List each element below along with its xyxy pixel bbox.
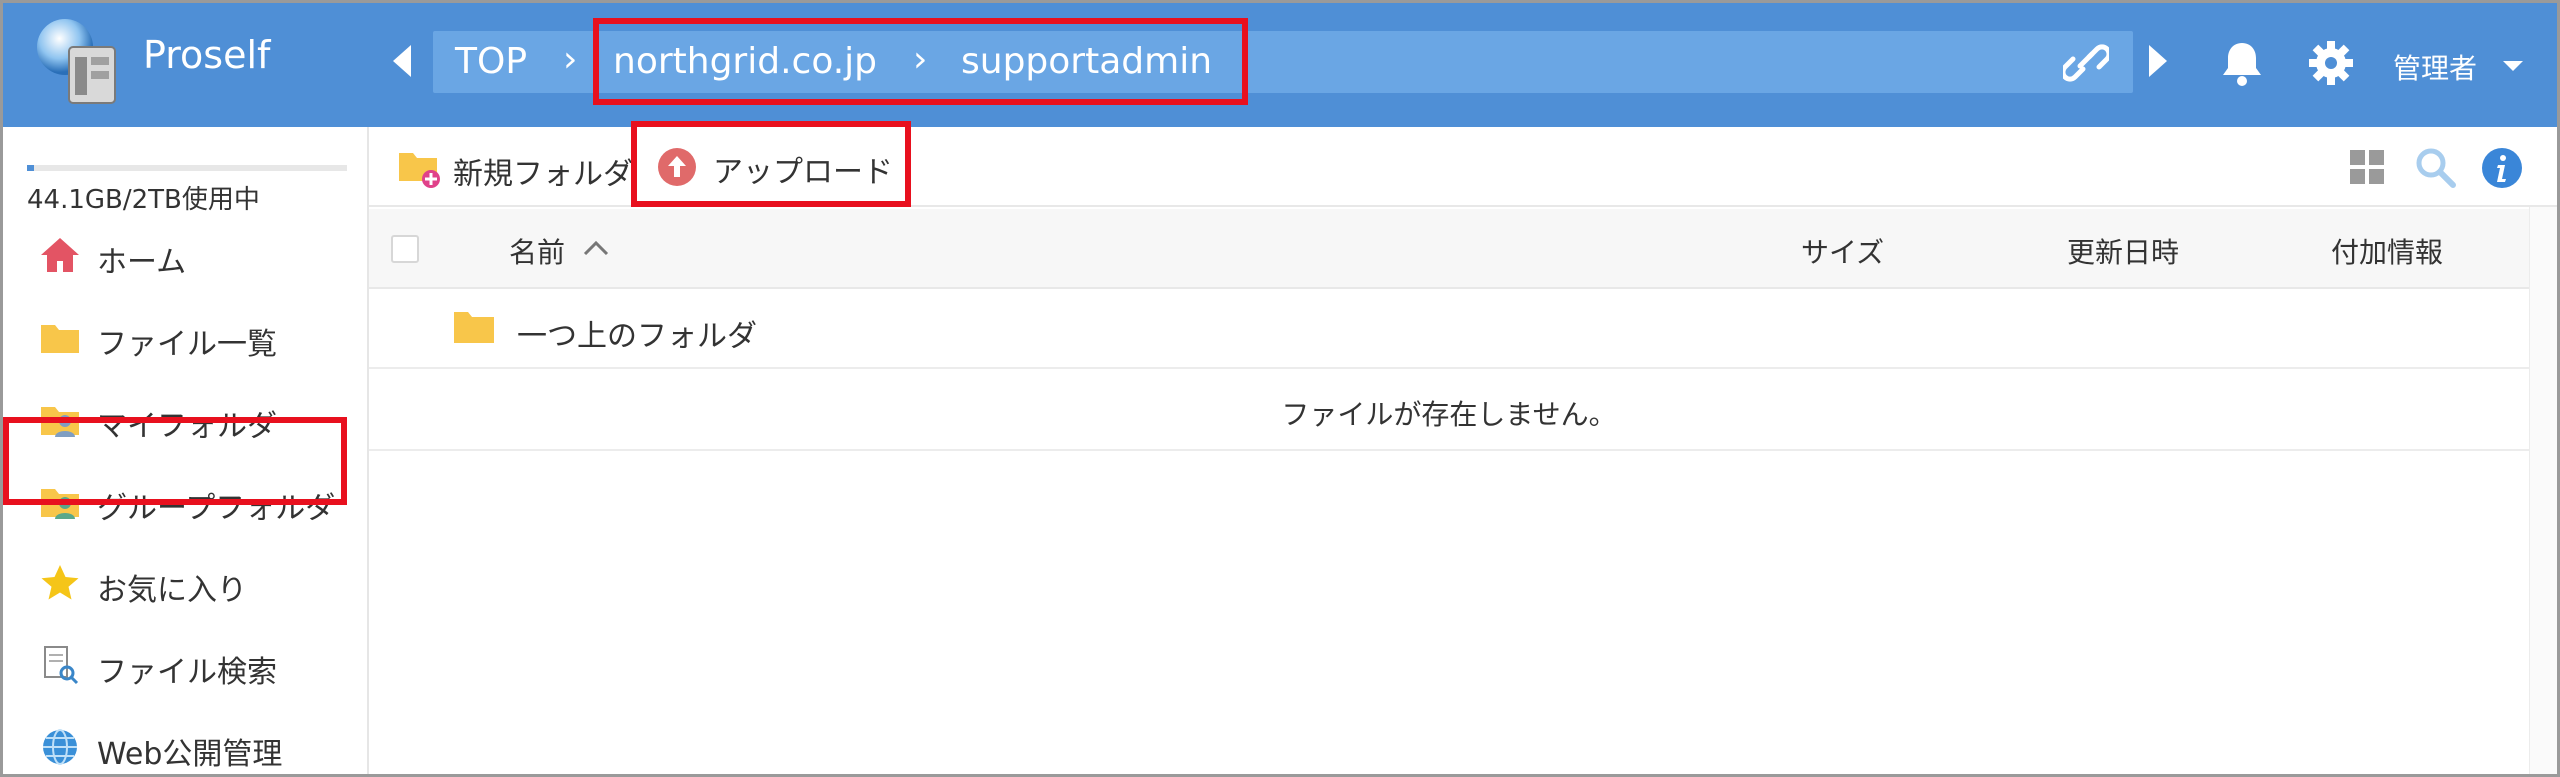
column-extra-info[interactable]: 付加情報	[2331, 231, 2443, 271]
info-icon[interactable]	[2481, 147, 2523, 189]
parent-folder-label: 一つ上のフォルダ	[517, 319, 757, 354]
breadcrumb-top[interactable]: TOP	[455, 41, 527, 82]
app-window: Proself TOP › northgrid.co.jp › supporta…	[0, 0, 2560, 777]
search-icon[interactable]	[2413, 145, 2457, 189]
sort-ascending-icon[interactable]	[583, 239, 609, 257]
file-search-icon	[44, 646, 79, 685]
home-icon	[41, 238, 79, 272]
proself-logo-icon[interactable]	[35, 17, 127, 109]
sidebar-item-home[interactable]: ホーム	[3, 215, 369, 295]
column-name[interactable]: 名前	[509, 231, 565, 271]
sidebar-item-label: Web公開管理	[97, 737, 283, 772]
sidebar-item-label: お気に入り	[97, 573, 247, 608]
sidebar-highlight-box	[3, 417, 347, 505]
app-title: Proself	[143, 33, 271, 77]
globe-icon	[43, 729, 77, 765]
sidebar-item-files[interactable]: ファイル一覧	[3, 297, 369, 377]
toolbar: 新規フォルダ アップロード	[369, 121, 2557, 207]
table-row-empty: ファイルが存在しません。	[369, 371, 2529, 451]
table-header: 名前 サイズ 更新日時 付加情報	[369, 209, 2529, 289]
table-row-parent-folder[interactable]: 一つ上のフォルダ	[369, 289, 2529, 369]
scrollbar[interactable]	[2529, 207, 2557, 774]
grid-view-icon[interactable]	[2349, 149, 2385, 185]
sidebar-item-label: ファイル検索	[97, 655, 277, 690]
main-content: 新規フォルダ アップロード 名前 サイズ 更新日時 付加情報 一つ上のフォルダ …	[369, 121, 2557, 774]
breadcrumb-back-icon[interactable]	[393, 45, 411, 77]
link-icon[interactable]	[2063, 43, 2109, 83]
upload-highlight-box	[631, 121, 911, 207]
sidebar-item-label: ファイル一覧	[97, 327, 277, 362]
column-modified[interactable]: 更新日時	[2067, 231, 2179, 271]
folder-icon	[454, 312, 494, 343]
column-size[interactable]: サイズ	[1801, 231, 1884, 271]
storage-usage-text: 44.1GB/2TB使用中	[27, 185, 260, 215]
new-folder-button[interactable]: 新規フォルダ	[453, 149, 633, 193]
empty-message: ファイルが存在しません。	[1281, 398, 1617, 431]
star-icon	[41, 565, 79, 600]
breadcrumb-highlight-box	[593, 18, 1248, 105]
header: Proself TOP › northgrid.co.jp › supporta…	[3, 3, 2557, 127]
gear-icon[interactable]	[2307, 39, 2355, 87]
breadcrumb-separator: ›	[563, 39, 578, 80]
storage-usage-bar	[27, 165, 347, 171]
sidebar-item-favorites[interactable]: お気に入り	[3, 543, 369, 623]
select-all-checkbox[interactable]	[391, 235, 419, 263]
user-menu[interactable]: 管理者	[2393, 47, 2477, 87]
sidebar-item-web-publish[interactable]: Web公開管理	[3, 707, 369, 774]
folder-icon	[41, 325, 79, 353]
sidebar-item-file-search[interactable]: ファイル検索	[3, 625, 369, 705]
bell-icon[interactable]	[2219, 39, 2265, 87]
chevron-down-icon[interactable]	[2503, 61, 2523, 71]
breadcrumb-forward-icon[interactable]	[2149, 45, 2167, 77]
sidebar-item-label: ホーム	[97, 245, 187, 280]
sidebar: 44.1GB/2TB使用中 ホーム ファイル一覧 マイフォルダ グループフォルダ…	[3, 127, 369, 774]
new-folder-icon[interactable]	[397, 147, 443, 189]
